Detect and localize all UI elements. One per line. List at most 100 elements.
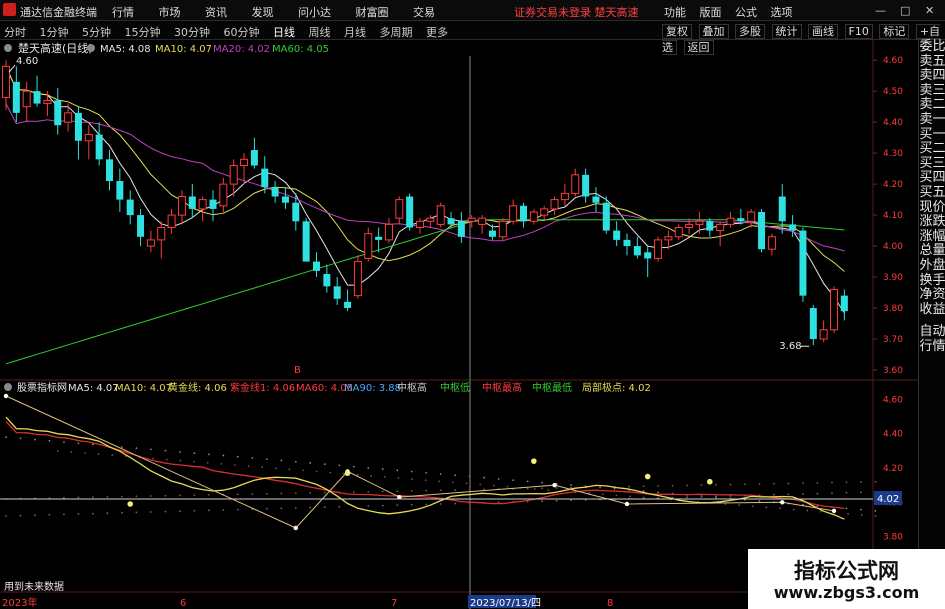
candle-body (116, 181, 124, 200)
sidebar-item-bid3[interactable]: 买三 (919, 156, 945, 172)
sidebar-item-ask5[interactable]: 卖五 (919, 54, 945, 70)
candle-body (271, 187, 279, 197)
candle (644, 246, 652, 278)
tab-period-more[interactable]: 更多 (426, 26, 448, 39)
candle (498, 218, 507, 240)
candle (2, 60, 10, 110)
maximize-button[interactable]: □ (900, 4, 910, 17)
price-tick-label: 3.80 (883, 304, 903, 314)
menu-item-news[interactable]: 资讯 (205, 6, 227, 19)
dot (121, 446, 123, 448)
kline-chart-area[interactable]: 楚天高速(日线) MA5: 4.08 MA10: 4.07 MA20: 4.02… (0, 40, 918, 609)
sidebar-item-bid1[interactable]: 买一 (919, 127, 945, 143)
tab-period-60min[interactable]: 60分钟 (224, 26, 260, 39)
sidebar-item-auto[interactable]: 自动 (919, 325, 945, 340)
tab-period-15min[interactable]: 15分钟 (125, 26, 161, 39)
sidebar-item-earnings[interactable]: 收益 (919, 302, 945, 318)
candle-body (550, 199, 559, 210)
f10-button[interactable]: F10 (844, 24, 873, 39)
menu-item-function[interactable]: 功能 (664, 6, 686, 19)
sidebar-item-ask1[interactable]: 卖一 (919, 112, 945, 128)
overlay-button[interactable]: 叠加 (698, 24, 729, 39)
menu-item-formula[interactable]: 公式 (735, 6, 757, 19)
dot (178, 494, 181, 497)
indicator-panel-settings-icon[interactable] (4, 383, 12, 391)
candle (364, 227, 373, 262)
sidebar-item-quotes[interactable]: 行情 (919, 339, 945, 355)
draw-line-button[interactable]: 画线 (808, 24, 838, 39)
tab-period-monthly[interactable]: 月线 (344, 26, 366, 39)
tab-period-weekly[interactable]: 周线 (309, 26, 331, 39)
legend-ind-ma5: MA5: 4.07 (68, 383, 119, 394)
tab-period-5min[interactable]: 5分钟 (82, 26, 111, 39)
sidebar-item-order-ratio[interactable]: 委比 (919, 39, 945, 55)
tab-period-1min[interactable]: 1分钟 (40, 26, 69, 39)
sidebar-item-bid5[interactable]: 买五 (919, 185, 945, 201)
sidebar-item-outer-volume[interactable]: 外盘 (919, 258, 945, 274)
sidebar-item-bid2[interactable]: 买二 (919, 142, 945, 157)
candle-body (229, 165, 238, 185)
dot (309, 462, 312, 464)
sidebar-item-ask3[interactable]: 卖三 (919, 83, 945, 99)
tab-period-daily[interactable]: 日线 (273, 26, 295, 39)
local-extreme-zigzag (3, 393, 837, 531)
menu-item-market-quotes[interactable]: 行情 (112, 6, 134, 19)
dot (323, 506, 326, 509)
indicator-tick-label: 4.40 (883, 430, 903, 440)
candle-body (457, 221, 465, 237)
dot (383, 476, 386, 478)
dot (152, 457, 155, 460)
tab-period-30min[interactable]: 30分钟 (174, 26, 210, 39)
dot (19, 437, 22, 440)
sidebar-item-price[interactable]: 现价 (919, 200, 945, 216)
dot (338, 505, 341, 508)
dot (787, 493, 790, 496)
stock-title: 楚天高速(日线) (18, 41, 93, 55)
menu-item-trade[interactable]: 交易 (413, 6, 435, 19)
sidebar-item-change[interactable]: 涨跌 (919, 215, 945, 230)
dot (744, 483, 746, 486)
menu-item-ask-xiaoda[interactable]: 问小达 (298, 6, 331, 19)
menu-item-market[interactable]: 市场 (159, 6, 181, 19)
menu-item-wealth-circle[interactable]: 财富圈 (356, 6, 389, 19)
price-tick-label: 4.20 (883, 180, 903, 190)
mark-button[interactable]: 标记 (879, 24, 910, 39)
close-button[interactable]: ✕ (925, 4, 934, 17)
sidebar-item-net-assets[interactable]: 净资 (919, 287, 945, 303)
sidebar-item-ask2[interactable]: 卖二 (919, 98, 945, 113)
dot (831, 481, 833, 484)
panel-settings-icon[interactable] (4, 44, 12, 52)
candle-body (416, 220, 424, 228)
dot (628, 485, 630, 488)
menu-item-layout[interactable]: 版面 (700, 6, 722, 19)
tab-period-timeshare[interactable]: 分时 (4, 26, 26, 39)
sidebar-item-turnover[interactable]: 换手 (919, 273, 945, 289)
minimize-button[interactable]: — (875, 4, 886, 17)
sidebar-item-volume[interactable]: 总量 (919, 244, 945, 259)
candle-body (198, 199, 207, 210)
tab-period-multi[interactable]: 多周期 (380, 26, 413, 39)
candle (416, 218, 424, 234)
sidebar-item-change-pct[interactable]: 涨幅 (919, 229, 945, 245)
login-status[interactable]: 证券交易未登录 楚天高速 (514, 4, 639, 20)
restore-rights-button[interactable]: 复权 (662, 24, 692, 39)
statistics-button[interactable]: 统计 (771, 24, 802, 39)
dot (819, 510, 822, 513)
dot (555, 499, 558, 502)
sidebar-item-ask4[interactable]: 卖四 (919, 69, 945, 84)
candle-body (644, 252, 652, 259)
candle-body (43, 99, 52, 105)
dot (236, 493, 239, 496)
indicator-settings-icon[interactable] (87, 44, 95, 52)
multi-stock-button[interactable]: 多股 (735, 24, 765, 39)
ma60-line (5, 219, 845, 365)
dot (874, 480, 877, 483)
legend-hub-highest: 中枢最高 (482, 381, 522, 394)
sidebar-item-bid4[interactable]: 买四 (919, 171, 945, 186)
dot (555, 487, 558, 489)
legend-ma5: MA5: 4.08 (100, 44, 151, 55)
dot (845, 491, 848, 494)
menu-item-discover[interactable]: 发现 (252, 6, 274, 19)
dot (396, 504, 399, 507)
menu-item-options[interactable]: 选项 (771, 6, 793, 19)
